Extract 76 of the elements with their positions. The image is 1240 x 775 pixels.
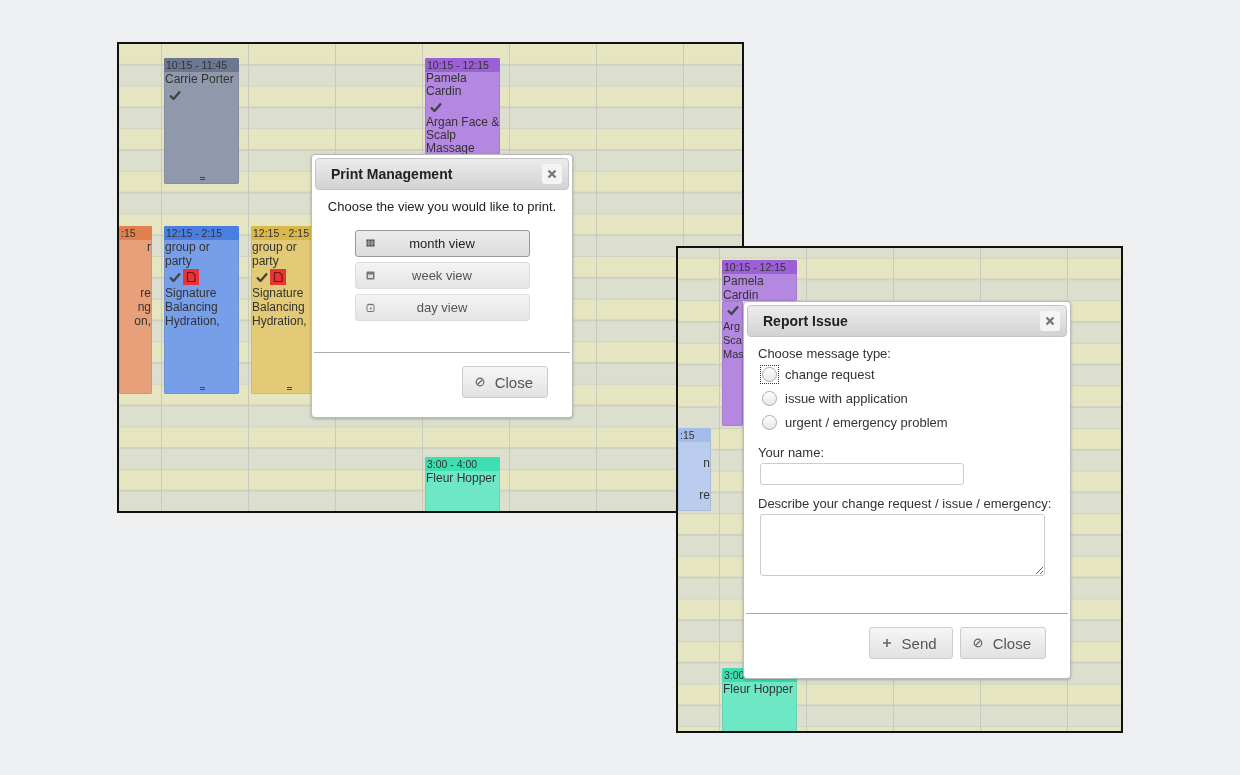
service-name: Signature	[252, 286, 305, 300]
calendar-event[interactable]: 3:00 - 4:00 Fleur Hopper	[425, 457, 500, 511]
service-name: Hydration,	[252, 314, 308, 328]
dialog-title: Print Management	[331, 166, 453, 182]
event-time: :15	[119, 226, 152, 240]
service-name: Sca	[723, 333, 743, 347]
calendar-event[interactable]: Arg Sca Mas	[722, 301, 743, 426]
service-name: Signature	[165, 286, 218, 300]
event-time: 10:15 - 11:45	[164, 58, 239, 72]
field-label: Your name:	[758, 445, 825, 461]
event-time: 10:15 - 12:15	[425, 58, 500, 72]
description-field[interactable]	[760, 514, 1045, 576]
dialog-button[interactable]: Send	[868, 627, 953, 659]
field-label: Choose message type:	[758, 346, 892, 362]
client-name: n	[702, 456, 710, 470]
service-name: re	[139, 286, 151, 300]
dialog-button[interactable]: Close	[461, 366, 548, 398]
calendar-week-icon	[365, 270, 376, 281]
client-name: Fleur Hopper	[723, 682, 795, 696]
client-name: Pamela	[426, 72, 468, 85]
service-name: Argan Face &	[426, 116, 499, 129]
calendar-event[interactable]: 10:15 - 12:15 Pamela Cardin Argan Face & Scalp Massage	[425, 58, 500, 155]
radio-label[interactable]: change request	[785, 366, 875, 382]
client-name: r	[146, 240, 151, 254]
calendar-grid-icon	[365, 238, 376, 249]
service-name: Mas	[723, 347, 743, 361]
calendar-event[interactable]: :15 n re	[678, 428, 711, 511]
close-button[interactable]	[542, 164, 562, 184]
event-time: 12:15 - 2:15	[164, 226, 239, 240]
radio-label[interactable]: urgent / emergency problem	[785, 414, 948, 430]
dialog-button[interactable]: Close	[959, 627, 1046, 659]
service-name: ng	[136, 300, 151, 314]
calendar-event[interactable]: :15 r re ng on,	[119, 226, 152, 394]
radio-label[interactable]: issue with application	[785, 390, 908, 406]
service-name: Balancing	[165, 300, 219, 314]
client-name: party	[252, 254, 280, 268]
name-field[interactable]	[760, 463, 964, 485]
client-name: Carrie Porter	[165, 72, 235, 86]
client-name: Cardin	[426, 85, 463, 98]
cancel-icon	[972, 638, 983, 648]
resize-handle-icon[interactable]	[199, 177, 205, 180]
service-name: on,	[133, 314, 151, 328]
dialog-title: Report Issue	[763, 313, 848, 329]
close-icon	[547, 169, 557, 179]
print-view-button[interactable]: day view	[354, 294, 530, 321]
service-name: Hydration,	[165, 314, 221, 328]
resize-handle-icon[interactable]	[286, 387, 292, 390]
cancel-icon	[474, 377, 485, 387]
service-name: Massage	[426, 142, 476, 155]
client-name: Fleur Hopper	[426, 471, 498, 485]
service-name: re	[698, 488, 710, 502]
radio-button[interactable]	[762, 390, 777, 406]
calendar-day-icon	[365, 302, 376, 313]
client-name: group or	[165, 240, 211, 254]
client-name: Pamela	[723, 274, 765, 288]
service-name: Balancing	[252, 300, 306, 314]
resize-handle-icon[interactable]	[199, 387, 205, 390]
plus-icon	[881, 638, 892, 648]
print-view-button[interactable]: week view	[354, 262, 530, 289]
client-name: group or	[252, 240, 298, 254]
print-view-button[interactable]: month view	[354, 230, 530, 257]
service-name: Scalp	[426, 129, 458, 142]
close-icon	[1045, 316, 1055, 326]
calendar-event[interactable]: 12:15 - 2:15 group or party Signature Balancing Hydration,	[164, 226, 239, 394]
close-button[interactable]	[1040, 311, 1060, 331]
event-time: :15	[678, 428, 711, 442]
calendar-event[interactable]: 10:15 - 12:15 Pamela Cardin	[722, 260, 797, 301]
service-name: Arg	[723, 319, 742, 333]
client-name: Cardin	[723, 288, 760, 301]
radio-button[interactable]	[762, 414, 777, 430]
calendar-event[interactable]: 10:15 - 11:45 Carrie Porter	[164, 58, 239, 184]
event-time: 10:15 - 12:15	[722, 260, 797, 274]
client-name: party	[165, 254, 193, 268]
dialog-message: Choose the view you would like to print.	[326, 199, 558, 214]
event-time: 3:00 - 4:00	[425, 457, 500, 471]
field-label: Describe your change request / issue / emergency:	[758, 496, 1053, 512]
